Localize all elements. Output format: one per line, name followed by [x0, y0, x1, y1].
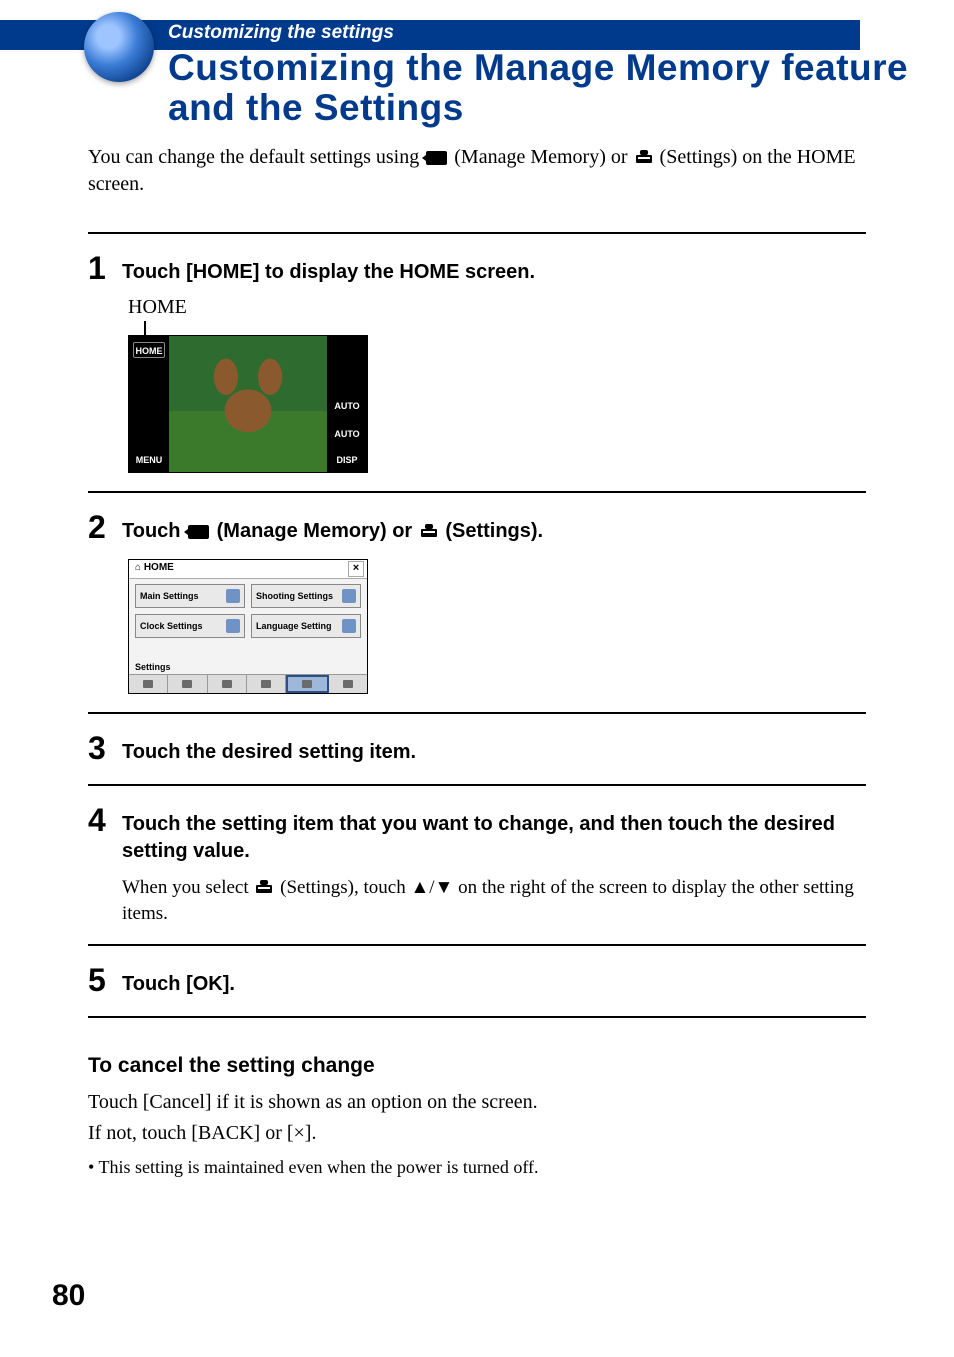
wb-auto-label[interactable]: AUTO — [331, 426, 363, 442]
step-subtext: When you select (Settings), touch ▲/▼ on… — [122, 875, 866, 926]
step-instruction: Touch the setting item that you want to … — [122, 804, 866, 926]
page-content: You can change the default settings usin… — [88, 144, 866, 1181]
settings-icon — [255, 877, 273, 895]
main-settings-button[interactable]: Main Settings — [135, 584, 245, 608]
intro-text-1: You can change the default settings usin… — [88, 146, 424, 168]
step-4: 4 Touch the setting item that you want t… — [88, 784, 866, 944]
tab-settings-icon[interactable] — [329, 675, 367, 693]
flash-icon[interactable] — [133, 370, 165, 386]
manual-page: Customizing the settings Customizing the… — [0, 0, 954, 1357]
menu-button[interactable]: MENU — [133, 452, 165, 468]
main-settings-icon — [226, 589, 240, 603]
step-number: 4 — [88, 804, 122, 836]
intro-paragraph: You can change the default settings usin… — [88, 144, 866, 198]
tab-slideshow-icon[interactable] — [208, 675, 247, 693]
camera-screenshot-home: HOME MENU AUTO AUTO DISP — [128, 321, 368, 473]
intro-text-2: (Manage Memory) or — [454, 146, 632, 168]
step-3: 3 Touch the desired setting item. — [88, 712, 866, 784]
step-2: 2 Touch (Manage Memory) or (Settings). ⌂… — [88, 491, 866, 712]
timer-off-icon[interactable] — [133, 398, 165, 414]
focus-auto-icon[interactable] — [133, 426, 165, 442]
tab-print-icon[interactable] — [247, 675, 286, 693]
step-text-1: Touch — [122, 520, 186, 542]
disp-button[interactable]: DISP — [331, 452, 363, 468]
figure-caption: HOME — [128, 296, 866, 319]
manage-memory-icon — [426, 151, 447, 165]
step-instruction: Touch [HOME] to display the HOME screen. — [122, 252, 866, 286]
settings-icon — [420, 521, 438, 539]
iso-auto-label[interactable]: AUTO — [331, 398, 363, 414]
breadcrumb: Customizing the settings — [168, 22, 394, 44]
shooting-settings-button[interactable]: Shooting Settings — [251, 584, 361, 608]
step-text-2: (Manage Memory) or — [217, 520, 418, 542]
home-button[interactable]: HOME — [133, 342, 165, 358]
language-setting-button[interactable]: Language Setting — [251, 614, 361, 638]
bottom-tab-bar — [129, 674, 367, 693]
tab-camera-icon[interactable] — [129, 675, 168, 693]
page-title: Customizing the Manage Memory feature an… — [168, 48, 954, 128]
cancel-text-1: Touch [Cancel] if it is shown as an opti… — [88, 1088, 866, 1117]
tab-playback-icon[interactable] — [168, 675, 207, 693]
step-1: 1 Touch [HOME] to display the HOME scree… — [88, 232, 866, 491]
settings-icon — [635, 147, 653, 165]
section-logo-icon — [84, 12, 154, 82]
close-button[interactable]: × — [348, 561, 364, 577]
shooting-settings-icon — [342, 589, 356, 603]
step-number: 5 — [88, 964, 122, 996]
step-instruction: Touch the desired setting item. — [122, 732, 866, 766]
cancel-note: This setting is maintained even when the… — [88, 1154, 866, 1181]
photo-preview — [169, 336, 327, 472]
step-number: 3 — [88, 732, 122, 764]
camera-screenshot-settings: ⌂ HOME × Main Settings Shooting Settings… — [128, 559, 368, 694]
cancel-section: To cancel the setting change Touch [Canc… — [88, 1016, 866, 1181]
step-number: 2 — [88, 511, 122, 543]
tab-manage-memory-icon[interactable] — [286, 675, 328, 693]
page-number: 80 — [52, 1279, 85, 1313]
step-text-3: (Settings). — [445, 520, 543, 542]
step-5: 5 Touch [OK]. — [88, 944, 866, 1016]
language-setting-icon — [342, 619, 356, 633]
home-title: ⌂ HOME — [135, 562, 174, 573]
cancel-text-2: If not, touch [BACK] or [×]. — [88, 1119, 866, 1148]
cancel-heading: To cancel the setting change — [88, 1054, 866, 1078]
step-number: 1 — [88, 252, 122, 284]
step-instruction: Touch (Manage Memory) or (Settings). — [122, 511, 866, 545]
clock-settings-button[interactable]: Clock Settings — [135, 614, 245, 638]
step-instruction: Touch [OK]. — [122, 964, 866, 998]
settings-tab-label: Settings — [129, 660, 367, 674]
clock-settings-icon — [226, 619, 240, 633]
manage-memory-icon — [188, 525, 209, 539]
